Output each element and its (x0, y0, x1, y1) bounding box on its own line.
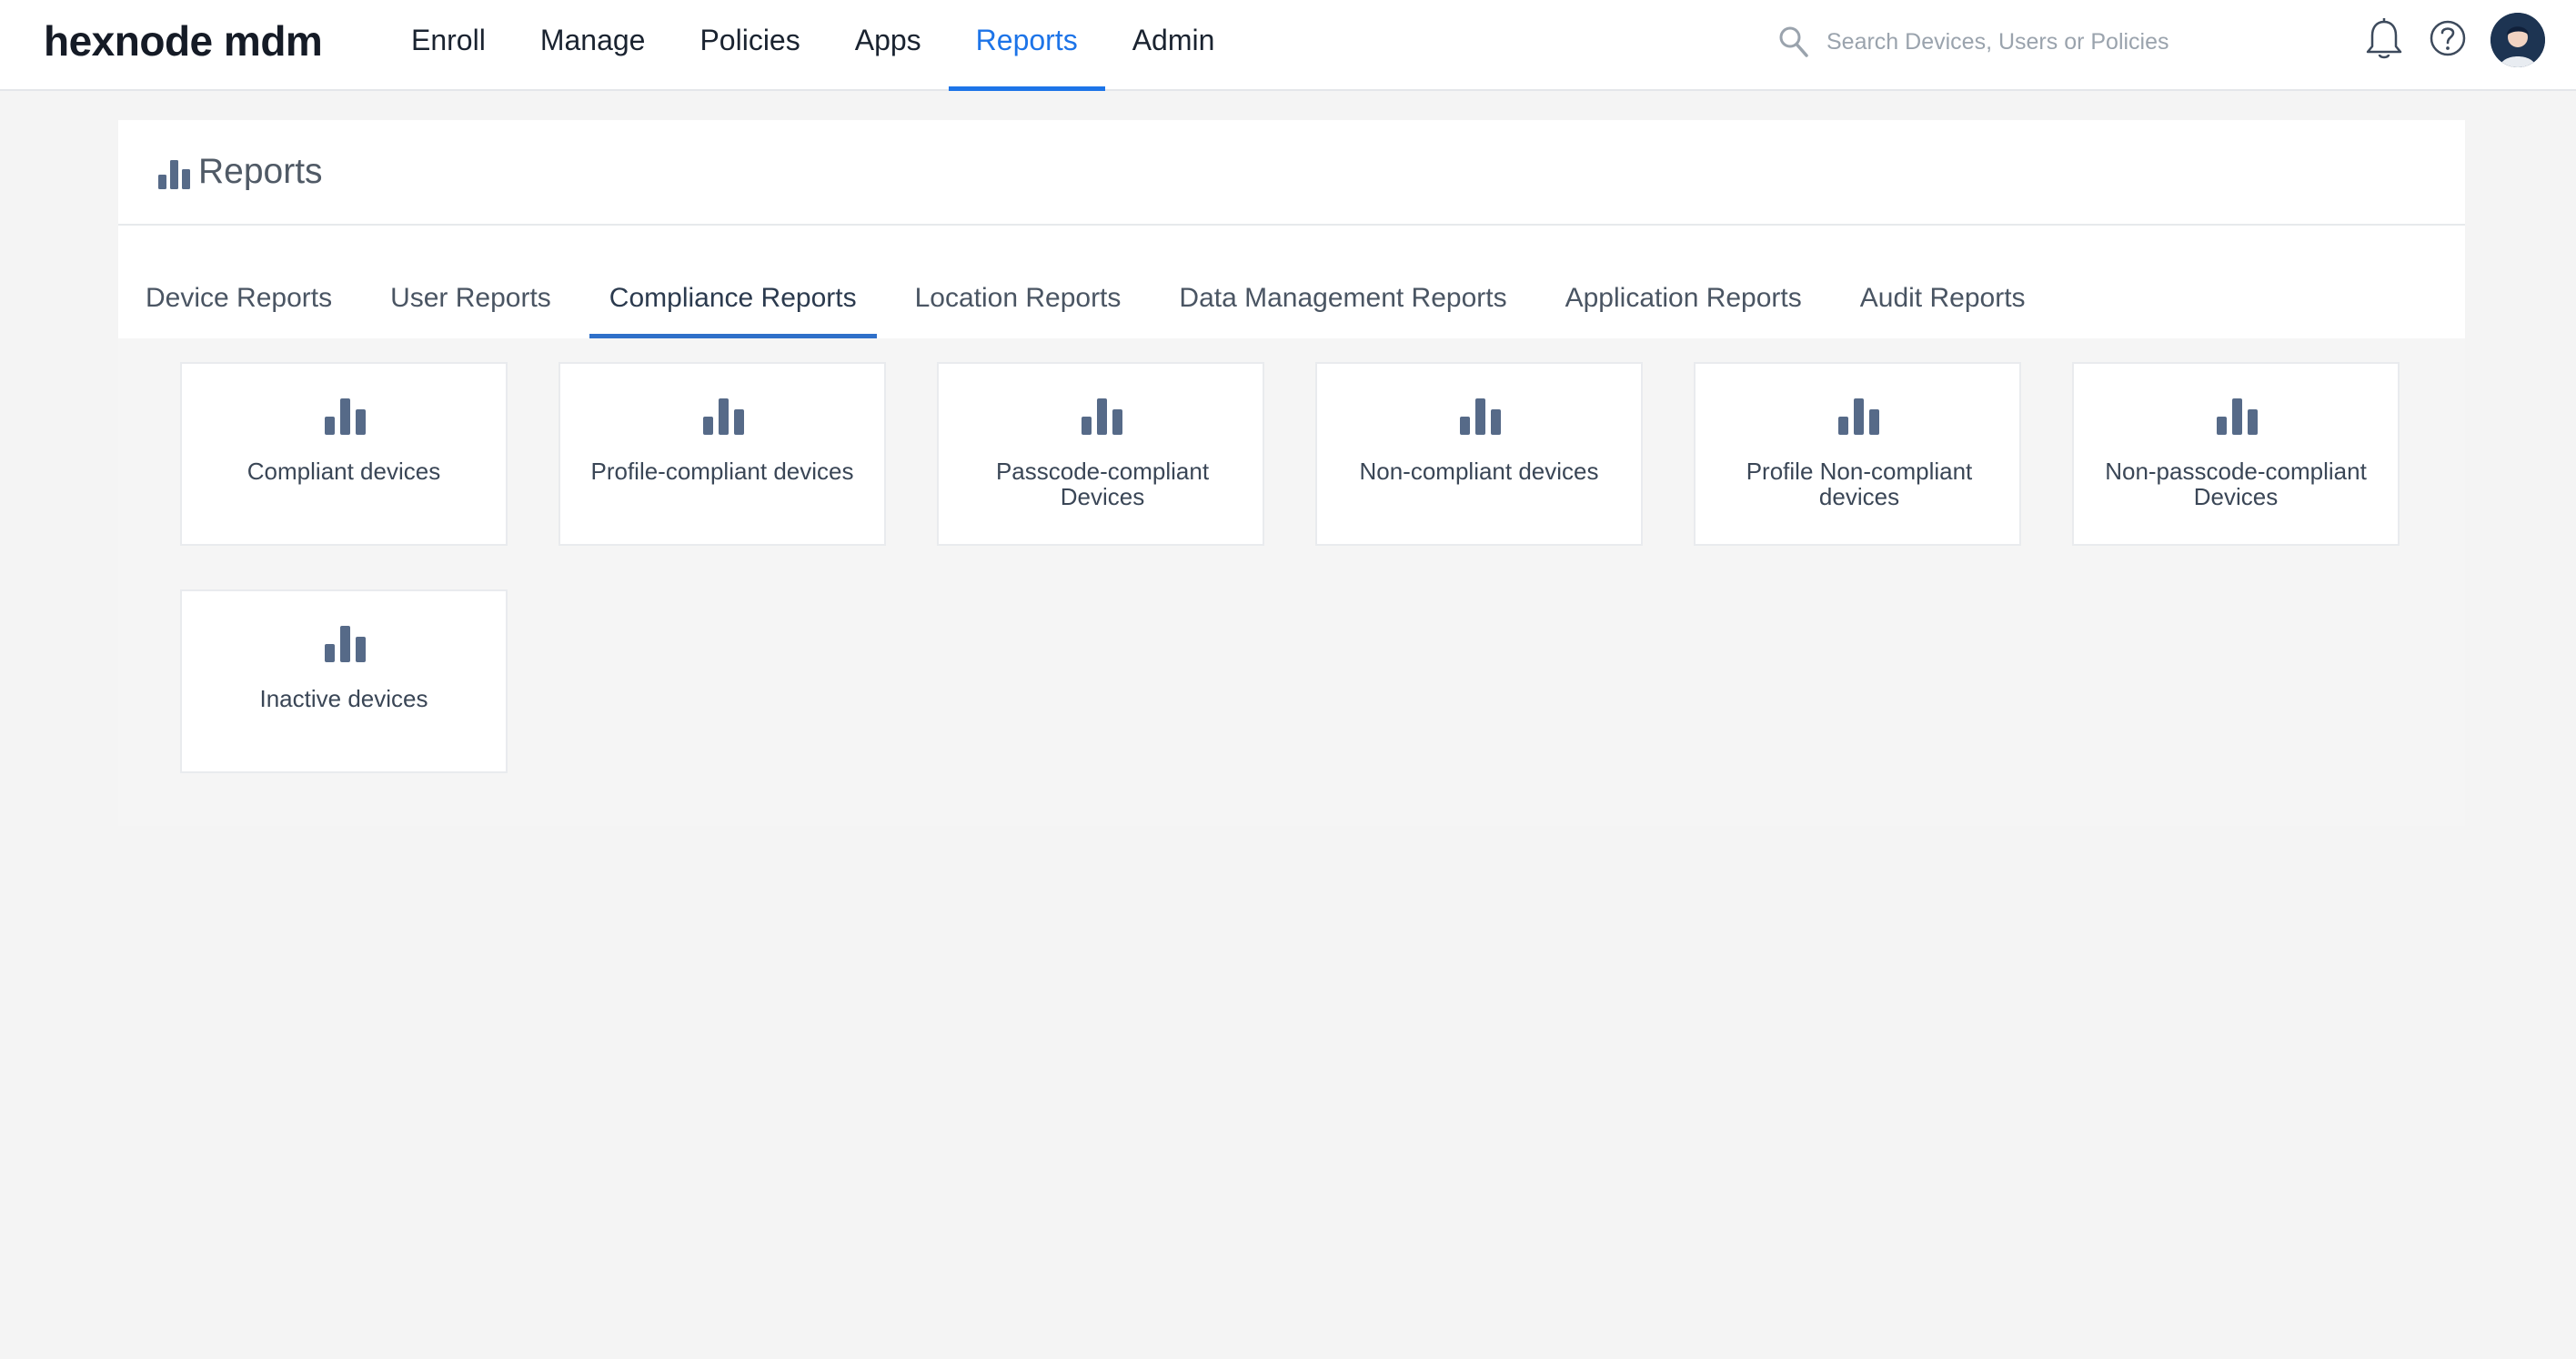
avatar[interactable] (2490, 13, 2545, 67)
report-card-non-compliant-devices[interactable]: Non-compliant devices (1315, 362, 1643, 546)
tab-compliance-reports[interactable]: Compliance Reports (580, 266, 886, 338)
tab-data-management-reports[interactable]: Data Management Reports (1150, 266, 1535, 338)
search-input[interactable] (1825, 20, 2174, 64)
top-navigation-bar: hexnode mdm Enroll Manage Policies Apps … (0, 0, 2576, 91)
hexnode-logo[interactable]: hexnode mdm (44, 9, 323, 73)
nav-enroll[interactable]: Enroll (384, 0, 513, 91)
nav-admin[interactable]: Admin (1105, 0, 1243, 91)
bar-chart-icon (325, 398, 366, 435)
report-card-inactive-devices[interactable]: Inactive devices (180, 589, 508, 773)
report-card-compliant-devices[interactable]: Compliant devices (180, 362, 508, 546)
bar-chart-icon (2217, 398, 2258, 435)
bar-chart-icon (1082, 398, 1122, 435)
search-icon (1779, 26, 1808, 57)
help-icon[interactable] (2425, 16, 2470, 64)
nav-manage[interactable]: Manage (513, 0, 673, 91)
report-card-profile-non-compliant-devices[interactable]: Profile Non-compliant devices (1694, 362, 2021, 546)
bar-chart-icon (158, 160, 190, 189)
nav-policies[interactable]: Policies (672, 0, 827, 91)
tab-location-reports[interactable]: Location Reports (886, 266, 1151, 338)
card-label: Compliant devices (247, 458, 441, 485)
tab-user-reports[interactable]: User Reports (361, 266, 580, 338)
main-nav: Enroll Manage Policies Apps Reports Admi… (384, 0, 1242, 91)
tab-device-reports[interactable]: Device Reports (146, 266, 361, 338)
card-label: Non-passcode-compliant Devices (2105, 458, 2367, 510)
tab-application-reports[interactable]: Application Reports (1536, 266, 1831, 338)
bar-chart-icon (1838, 398, 1879, 435)
bar-chart-icon (703, 398, 744, 435)
page-header: Reports (118, 120, 2465, 226)
nav-apps[interactable]: Apps (828, 0, 949, 91)
tab-audit-reports[interactable]: Audit Reports (1831, 266, 2055, 338)
nav-reports[interactable]: Reports (948, 0, 1105, 91)
report-card-non-passcode-compliant-devices[interactable]: Non-passcode-compliant Devices (2072, 362, 2400, 546)
report-tabs: Device Reports User Reports Compliance R… (146, 266, 2055, 338)
card-label: Passcode-compliant Devices (995, 458, 1210, 510)
report-cards-grid: Compliant devices Profile-compliant devi… (118, 338, 2465, 826)
card-label: Inactive devices (259, 685, 428, 712)
card-label: Non-compliant devices (1359, 458, 1599, 485)
page-title: Reports (198, 152, 323, 191)
card-label: Profile-compliant devices (590, 458, 854, 485)
bar-chart-icon (1460, 398, 1501, 435)
bar-chart-icon (325, 626, 366, 662)
user-avatar-icon (2490, 13, 2545, 67)
report-card-profile-compliant-devices[interactable]: Profile-compliant devices (558, 362, 886, 546)
card-label: Profile Non-compliant devices (1746, 458, 1973, 510)
reports-panel: Reports Device Reports User Reports Comp… (118, 120, 2465, 826)
report-card-passcode-compliant-devices[interactable]: Passcode-compliant Devices (937, 362, 1264, 546)
bell-icon[interactable] (2361, 16, 2407, 64)
